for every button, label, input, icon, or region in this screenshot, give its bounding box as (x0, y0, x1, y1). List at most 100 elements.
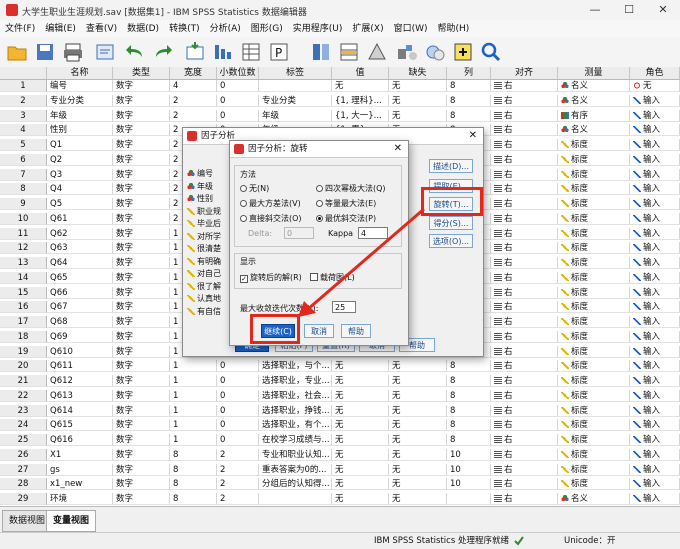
row-number[interactable]: 6 (0, 153, 47, 166)
table-cell[interactable]: 输入 (630, 212, 680, 225)
table-cell[interactable]: 8 (447, 360, 491, 373)
menu-help[interactable]: 帮助(H) (433, 20, 475, 38)
row-number[interactable]: 28 (0, 478, 47, 491)
table-cell[interactable]: 1 (170, 404, 217, 417)
variable-list-item[interactable]: 有自信 (187, 306, 221, 317)
row-number[interactable]: 27 (0, 463, 47, 476)
table-cell[interactable]: 8 (447, 434, 491, 446)
table-cell[interactable]: 数字 (113, 257, 170, 269)
row-number[interactable]: 25 (0, 434, 47, 446)
table-cell[interactable]: 无 (389, 109, 447, 122)
goto-case-icon[interactable] (184, 41, 206, 63)
table-cell[interactable]: 2 (170, 94, 217, 107)
table-cell[interactable]: 8 (447, 419, 491, 432)
table-cell[interactable]: 无 (630, 80, 680, 92)
table-cell[interactable]: 标度 (558, 257, 630, 269)
table-cell[interactable]: 8 (170, 448, 217, 461)
table-cell[interactable]: 输入 (630, 94, 680, 107)
table-cell[interactable]: 10 (447, 478, 491, 491)
table-cell[interactable]: 右 (491, 404, 558, 417)
table-cell[interactable]: 输入 (630, 316, 680, 328)
table-cell[interactable]: 右 (491, 301, 558, 314)
table-cell[interactable]: 无 (389, 80, 447, 92)
table-cell[interactable]: 4 (170, 80, 217, 92)
row-number[interactable]: 22 (0, 389, 47, 402)
table-cell[interactable]: 10 (447, 448, 491, 461)
table-cell[interactable]: 右 (491, 153, 558, 166)
table-cell[interactable]: 数字 (113, 124, 170, 137)
table-cell[interactable]: 数字 (113, 360, 170, 373)
table-cell[interactable]: 数字 (113, 478, 170, 491)
values-header[interactable]: 值 (332, 67, 389, 80)
method-quartimax-radio[interactable]: 四次幂极大法(Q) (316, 183, 386, 194)
table-cell[interactable]: 0 (217, 360, 259, 373)
table-cell[interactable]: 标度 (558, 271, 630, 284)
row-number[interactable]: 23 (0, 404, 47, 417)
table-cell[interactable]: 输入 (630, 389, 680, 402)
factor-dialog-close-button[interactable]: ✕ (469, 128, 477, 144)
variable-list-item[interactable]: 编号 (187, 168, 213, 179)
table-cell[interactable]: 标度 (558, 478, 630, 491)
table-cell[interactable]: 名义 (558, 94, 630, 107)
table-cell[interactable]: 右 (491, 360, 558, 373)
table-cell[interactable]: 数字 (113, 389, 170, 402)
measure-header[interactable]: 测量 (558, 67, 630, 80)
table-cell[interactable]: 无 (389, 404, 447, 417)
row-number[interactable]: 17 (0, 316, 47, 328)
weight-cases-icon[interactable] (366, 41, 388, 63)
columns-header[interactable]: 列 (447, 67, 491, 80)
table-cell[interactable]: 输入 (630, 286, 680, 299)
table-cell[interactable]: 8 (447, 94, 491, 107)
table-cell[interactable]: Q610 (47, 345, 113, 358)
table-cell[interactable]: 标度 (558, 330, 630, 343)
table-cell[interactable]: 数字 (113, 271, 170, 284)
table-cell[interactable]: 数字 (113, 434, 170, 446)
table-cell[interactable]: 数字 (113, 493, 170, 505)
row-number[interactable]: 12 (0, 242, 47, 255)
table-cell[interactable]: 右 (491, 168, 558, 181)
table-cell[interactable]: 右 (491, 124, 558, 137)
table-cell[interactable]: 0 (217, 109, 259, 122)
row-number[interactable]: 19 (0, 345, 47, 358)
table-cell[interactable]: Q68 (47, 316, 113, 328)
table-cell[interactable]: 0 (217, 80, 259, 92)
table-cell[interactable]: 输入 (630, 183, 680, 196)
table-cell[interactable]: Q64 (47, 257, 113, 269)
table-cell[interactable]: Q5 (47, 198, 113, 210)
table-cell[interactable]: 右 (491, 183, 558, 196)
table-cell[interactable]: 数字 (113, 94, 170, 107)
table-cell[interactable]: 数字 (113, 375, 170, 387)
table-cell[interactable]: 标度 (558, 212, 630, 225)
rotation-dialog-close-button[interactable]: ✕ (394, 141, 402, 157)
table-cell[interactable]: 右 (491, 109, 558, 122)
rotation-cancel-button[interactable]: 取消 (304, 324, 334, 338)
row-number[interactable]: 8 (0, 183, 47, 196)
table-cell[interactable]: gs (47, 463, 113, 476)
table-cell[interactable]: 右 (491, 330, 558, 343)
table-cell[interactable]: Q62 (47, 227, 113, 240)
menu-transform[interactable]: 转换(T) (164, 20, 205, 38)
table-cell[interactable]: Q65 (47, 271, 113, 284)
table-cell[interactable]: 专业分类 (259, 94, 332, 107)
table-cell[interactable]: 标度 (558, 463, 630, 476)
table-cell[interactable]: Q3 (47, 168, 113, 181)
label-header[interactable]: 标签 (259, 67, 332, 80)
table-cell[interactable]: 标度 (558, 404, 630, 417)
table-cell[interactable]: Q4 (47, 183, 113, 196)
table-cell[interactable]: 数字 (113, 404, 170, 417)
table-cell[interactable]: 无 (332, 478, 389, 491)
scores-button[interactable]: 得分(S)... (429, 216, 473, 230)
tab-data-view[interactable]: 数据视图 (2, 510, 53, 532)
table-cell[interactable]: 右 (491, 448, 558, 461)
row-number[interactable]: 24 (0, 419, 47, 432)
table-cell[interactable]: 环境 (47, 493, 113, 505)
table-cell[interactable]: 选择职业，与个... (259, 360, 332, 373)
table-cell[interactable]: 数字 (113, 448, 170, 461)
row-number[interactable]: 7 (0, 168, 47, 181)
table-cell[interactable]: 无 (389, 463, 447, 476)
type-header[interactable]: 类型 (113, 67, 170, 80)
table-cell[interactable]: 数字 (113, 183, 170, 196)
table-cell[interactable]: 选择职业，专业... (259, 375, 332, 387)
variable-list-item[interactable]: 很清楚 (187, 243, 221, 254)
menu-extensions[interactable]: 扩展(X) (347, 20, 388, 38)
